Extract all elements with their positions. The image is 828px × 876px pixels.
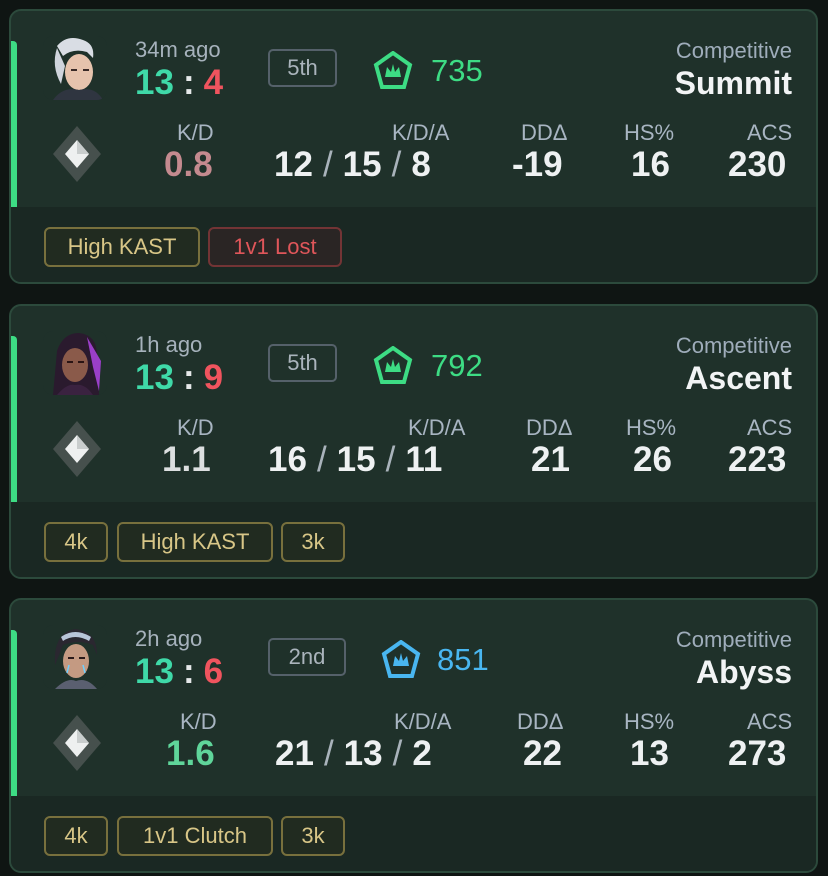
kda-separator: /: [392, 734, 403, 773]
match-time: 2h ago: [135, 626, 203, 651]
score-won: 13: [135, 358, 174, 397]
acs-label: ACS: [747, 709, 793, 734]
map-name: Ascent: [685, 360, 792, 396]
rank-rating: 735: [431, 53, 483, 88]
kda-label: K/D/A: [408, 415, 466, 440]
assists-value: 2: [412, 734, 432, 773]
score-lost: 9: [203, 358, 224, 397]
kda-separator: /: [316, 440, 327, 479]
tag-badge: 3k: [281, 816, 345, 856]
match-score: 13:6: [135, 652, 223, 692]
kda-separator: /: [385, 440, 396, 479]
tag-badge: 1v1 Clutch: [117, 816, 273, 856]
tag-badge: 3k: [281, 522, 345, 562]
rank-rating: 792: [431, 348, 483, 383]
hs-label: HS%: [624, 709, 675, 734]
agent-avatar: [43, 331, 107, 395]
score-separator: :: [182, 63, 195, 102]
score-separator: :: [182, 358, 195, 397]
agent-avatar: [43, 36, 107, 100]
acs-value: 230: [728, 145, 787, 184]
deaths-value: 13: [343, 734, 383, 773]
kda-separator: /: [322, 145, 333, 184]
game-mode: Competitive: [675, 38, 792, 63]
kills-value: 16: [268, 440, 307, 479]
hs-value: 13: [630, 734, 669, 773]
map-name: Summit: [674, 65, 792, 101]
game-mode: Competitive: [675, 333, 792, 358]
rank-diamond-icon: [51, 419, 103, 479]
hs-label: HS%: [624, 120, 675, 145]
placement-badge: 5th: [268, 49, 337, 87]
kda-label: K/D/A: [394, 709, 452, 734]
match-card[interactable]: 2h ago 13:6 2nd 851 Competitive Abyss K/…: [9, 598, 818, 873]
dd-label: DDΔ: [521, 120, 568, 145]
acs-label: ACS: [747, 120, 793, 145]
acs-label: ACS: [747, 415, 793, 440]
rank-icon: [373, 345, 413, 386]
hs-value: 26: [633, 440, 672, 479]
score-won: 13: [135, 652, 174, 691]
match-score: 13:4: [135, 63, 223, 103]
rank-icon: [373, 50, 413, 91]
rank-icon: [381, 639, 421, 680]
assists-value: 11: [405, 440, 443, 479]
rank-diamond-icon: [51, 124, 103, 184]
kd-label: K/D: [177, 415, 214, 440]
dd-value: -19: [512, 145, 563, 184]
match-score: 13:9: [135, 358, 223, 398]
map-name: Abyss: [695, 654, 792, 690]
kd-value: 0.8: [164, 145, 213, 184]
dd-value: 22: [523, 734, 562, 773]
kills-value: 21: [275, 734, 314, 773]
tag-badge: 4k: [44, 816, 108, 856]
kda-value: 16/15/11: [268, 440, 442, 480]
kd-label: K/D: [177, 120, 214, 145]
game-mode: Competitive: [675, 627, 792, 652]
hs-label: HS%: [626, 415, 677, 440]
dd-value: 21: [531, 440, 570, 479]
score-separator: :: [182, 652, 195, 691]
acs-value: 223: [728, 440, 787, 479]
match-card[interactable]: 1h ago 13:9 5th 792 Competitive Ascent K…: [9, 304, 818, 579]
kda-label: K/D/A: [392, 120, 450, 145]
match-time: 1h ago: [135, 332, 203, 357]
placement-badge: 5th: [268, 344, 337, 382]
tag-badge: High KAST: [44, 227, 200, 267]
assists-value: 8: [411, 145, 431, 184]
kda-separator: /: [391, 145, 402, 184]
placement-badge: 2nd: [268, 638, 346, 676]
kd-value: 1.6: [166, 734, 215, 773]
kda-value: 21/13/2: [275, 734, 432, 774]
acs-value: 273: [728, 734, 787, 773]
tag-badge: 1v1 Lost: [208, 227, 342, 267]
score-won: 13: [135, 63, 174, 102]
rank-rating: 851: [437, 642, 489, 677]
dd-label: DDΔ: [526, 415, 573, 440]
match-card[interactable]: 34m ago 13:4 5th 735 Competitive Summit …: [9, 9, 818, 284]
rank-diamond-icon: [51, 713, 103, 773]
kills-value: 12: [274, 145, 313, 184]
tag-badge: High KAST: [117, 522, 273, 562]
kd-value: 1.1: [162, 440, 211, 479]
kda-value: 12/15/8: [274, 145, 431, 185]
dd-label: DDΔ: [517, 709, 564, 734]
deaths-value: 15: [336, 440, 376, 479]
hs-value: 16: [631, 145, 670, 184]
score-lost: 4: [203, 63, 224, 102]
deaths-value: 15: [342, 145, 382, 184]
score-lost: 6: [203, 652, 224, 691]
kda-separator: /: [323, 734, 334, 773]
tag-badge: 4k: [44, 522, 108, 562]
match-time: 34m ago: [135, 37, 221, 62]
agent-avatar: [43, 625, 107, 689]
kd-label: K/D: [180, 709, 217, 734]
